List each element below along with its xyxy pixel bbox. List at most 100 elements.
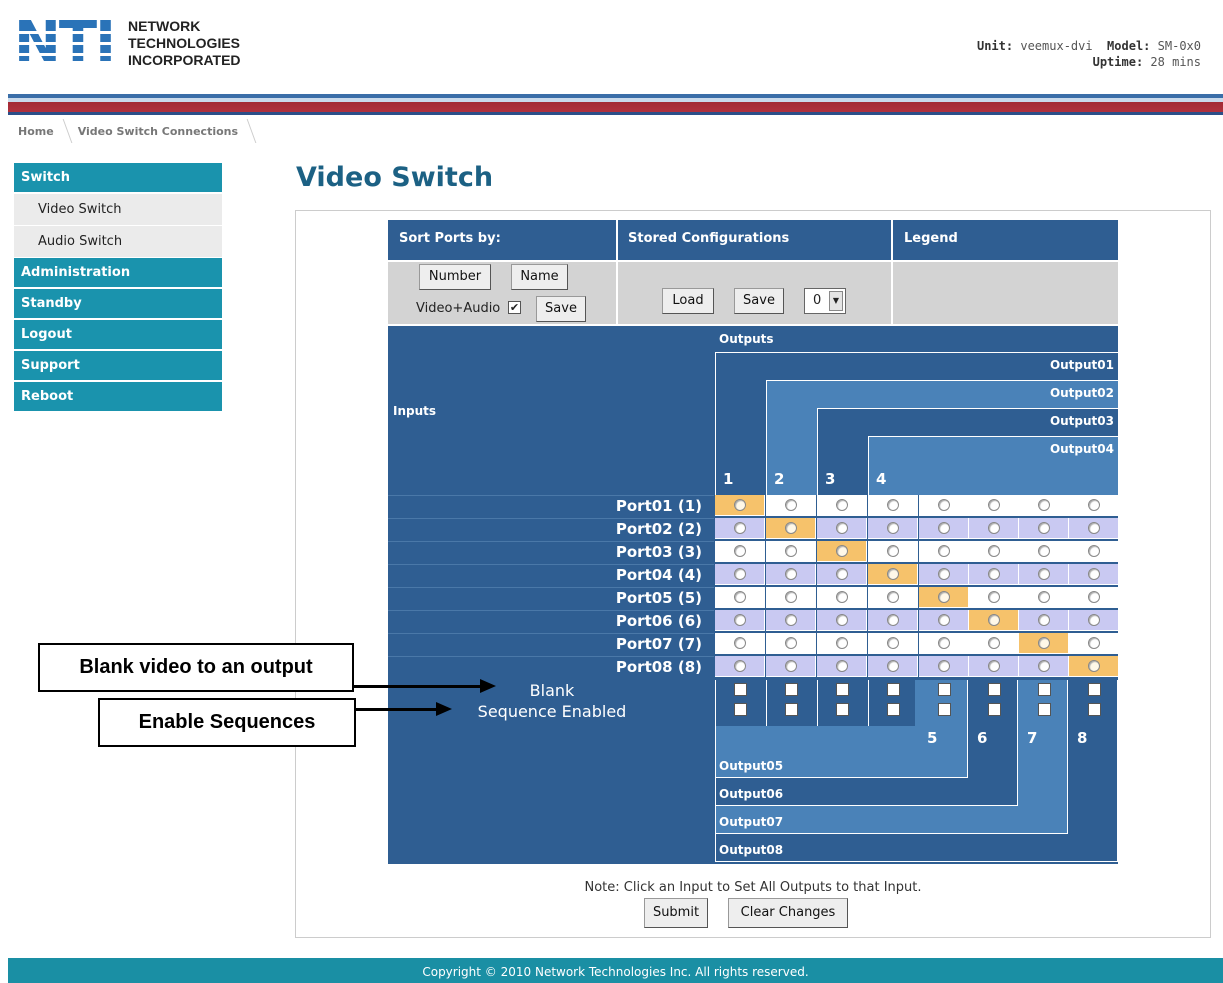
input-port-label[interactable]: Port03 (3) xyxy=(616,542,702,563)
input-port-label[interactable]: Port02 (2) xyxy=(616,519,702,540)
sequence-checkbox[interactable] xyxy=(988,703,1001,716)
sequence-checkbox[interactable] xyxy=(734,703,747,716)
matrix-radio[interactable] xyxy=(988,522,1000,534)
matrix-radio[interactable] xyxy=(988,660,1000,672)
matrix-radio[interactable] xyxy=(988,637,1000,649)
video-audio-checkbox[interactable]: ✔ xyxy=(508,301,521,314)
sidebar-item-standby[interactable]: Standby xyxy=(14,289,222,320)
matrix-radio[interactable] xyxy=(1038,591,1050,603)
input-row-label-band[interactable]: Port03 (3) xyxy=(388,541,714,562)
input-port-label[interactable]: Port07 (7) xyxy=(616,634,702,655)
blank-checkbox[interactable] xyxy=(1088,683,1101,696)
matrix-radio[interactable] xyxy=(1038,614,1050,626)
matrix-radio[interactable] xyxy=(734,637,746,649)
matrix-radio[interactable] xyxy=(887,522,899,534)
submit-button[interactable]: Submit xyxy=(644,898,708,928)
input-port-label[interactable]: Port08 (8) xyxy=(616,657,702,678)
input-port-label[interactable]: Port04 (4) xyxy=(616,565,702,586)
input-row-label-band[interactable]: Port02 (2) xyxy=(388,518,714,539)
matrix-radio[interactable] xyxy=(785,637,797,649)
sequence-checkbox[interactable] xyxy=(1088,703,1101,716)
input-row-label-band[interactable]: Port08 (8) xyxy=(388,656,714,677)
input-row-label-band[interactable]: Port01 (1) xyxy=(388,495,714,516)
matrix-radio[interactable] xyxy=(836,499,848,511)
matrix-radio[interactable] xyxy=(988,568,1000,580)
matrix-radio[interactable] xyxy=(938,499,950,511)
matrix-radio[interactable] xyxy=(785,545,797,557)
matrix-radio[interactable] xyxy=(1088,522,1100,534)
matrix-radio[interactable] xyxy=(887,660,899,672)
matrix-radio[interactable] xyxy=(1038,522,1050,534)
matrix-radio[interactable] xyxy=(938,614,950,626)
matrix-radio[interactable] xyxy=(836,522,848,534)
blank-checkbox[interactable] xyxy=(887,683,900,696)
input-row-label-band[interactable]: Port06 (6) xyxy=(388,610,714,631)
matrix-radio[interactable] xyxy=(938,545,950,557)
blank-checkbox[interactable] xyxy=(734,683,747,696)
matrix-radio[interactable] xyxy=(734,522,746,534)
matrix-radio[interactable] xyxy=(836,591,848,603)
sort-number-button[interactable]: Number xyxy=(419,264,491,290)
matrix-radio[interactable] xyxy=(938,522,950,534)
blank-checkbox[interactable] xyxy=(785,683,798,696)
sidebar-item-reboot[interactable]: Reboot xyxy=(14,382,222,413)
sidebar-item-switch[interactable]: Switch xyxy=(14,163,222,194)
breadcrumb-home[interactable]: Home xyxy=(8,125,68,138)
input-row-label-band[interactable]: Port05 (5) xyxy=(388,587,714,608)
matrix-radio[interactable] xyxy=(938,591,950,603)
matrix-radio[interactable] xyxy=(734,568,746,580)
matrix-radio[interactable] xyxy=(785,499,797,511)
matrix-radio[interactable] xyxy=(1038,545,1050,557)
matrix-radio[interactable] xyxy=(938,568,950,580)
matrix-radio[interactable] xyxy=(785,660,797,672)
sidebar-item-video-switch[interactable]: Video Switch xyxy=(14,194,222,226)
matrix-radio[interactable] xyxy=(1088,499,1100,511)
matrix-radio[interactable] xyxy=(785,591,797,603)
matrix-radio[interactable] xyxy=(988,545,1000,557)
matrix-radio[interactable] xyxy=(988,591,1000,603)
matrix-radio[interactable] xyxy=(887,499,899,511)
load-config-button[interactable]: Load xyxy=(662,288,714,314)
save-sort-button[interactable]: Save xyxy=(536,296,586,322)
matrix-radio[interactable] xyxy=(836,660,848,672)
sequence-checkbox[interactable] xyxy=(785,703,798,716)
matrix-radio[interactable] xyxy=(887,637,899,649)
blank-checkbox[interactable] xyxy=(938,683,951,696)
matrix-radio[interactable] xyxy=(1038,499,1050,511)
sidebar-item-administration[interactable]: Administration xyxy=(14,258,222,289)
matrix-radio[interactable] xyxy=(1088,660,1100,672)
blank-checkbox[interactable] xyxy=(988,683,1001,696)
blank-checkbox[interactable] xyxy=(1038,683,1051,696)
matrix-radio[interactable] xyxy=(785,568,797,580)
matrix-radio[interactable] xyxy=(1038,568,1050,580)
matrix-radio[interactable] xyxy=(734,545,746,557)
input-port-label[interactable]: Port01 (1) xyxy=(616,496,702,517)
input-port-label[interactable]: Port06 (6) xyxy=(616,611,702,632)
matrix-radio[interactable] xyxy=(988,499,1000,511)
matrix-radio[interactable] xyxy=(887,545,899,557)
matrix-radio[interactable] xyxy=(785,522,797,534)
matrix-radio[interactable] xyxy=(1088,568,1100,580)
sequence-checkbox[interactable] xyxy=(938,703,951,716)
sidebar-item-audio-switch[interactable]: Audio Switch xyxy=(14,226,222,258)
matrix-radio[interactable] xyxy=(734,499,746,511)
sequence-checkbox[interactable] xyxy=(1038,703,1051,716)
matrix-radio[interactable] xyxy=(1038,637,1050,649)
matrix-radio[interactable] xyxy=(785,614,797,626)
matrix-radio[interactable] xyxy=(1088,591,1100,603)
input-port-label[interactable]: Port05 (5) xyxy=(616,588,702,609)
matrix-radio[interactable] xyxy=(836,545,848,557)
blank-checkbox[interactable] xyxy=(836,683,849,696)
clear-changes-button[interactable]: Clear Changes xyxy=(728,898,848,928)
sequence-checkbox[interactable] xyxy=(836,703,849,716)
matrix-radio[interactable] xyxy=(887,568,899,580)
matrix-radio[interactable] xyxy=(1088,637,1100,649)
matrix-radio[interactable] xyxy=(1088,545,1100,557)
sort-name-button[interactable]: Name xyxy=(511,264,568,290)
matrix-radio[interactable] xyxy=(1088,614,1100,626)
config-select[interactable]: 0 ▼ xyxy=(804,288,846,314)
sequence-checkbox[interactable] xyxy=(887,703,900,716)
matrix-radio[interactable] xyxy=(938,660,950,672)
input-row-label-band[interactable]: Port07 (7) xyxy=(388,633,714,654)
matrix-radio[interactable] xyxy=(836,568,848,580)
